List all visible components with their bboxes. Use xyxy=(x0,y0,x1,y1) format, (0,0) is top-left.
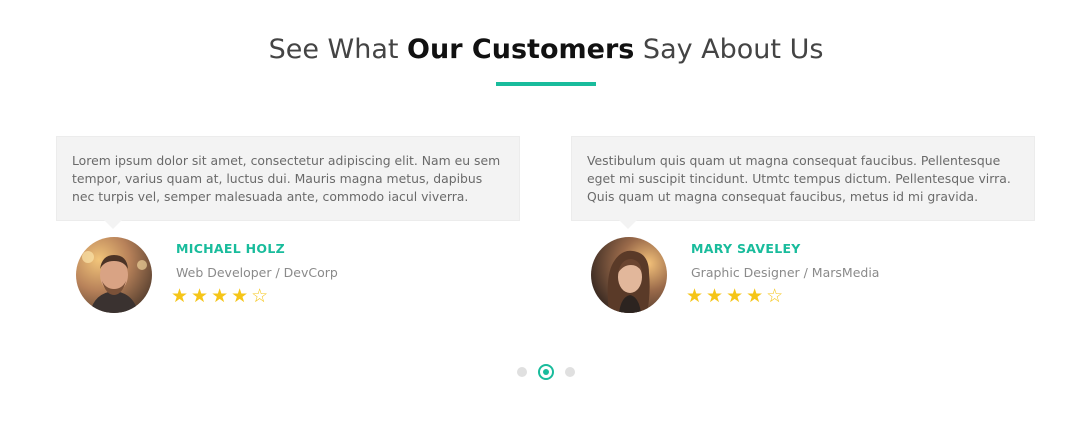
title-underline xyxy=(496,82,596,86)
star-rating: ★★★★☆ xyxy=(171,285,272,307)
customer-name: MICHAEL HOLZ xyxy=(176,241,285,256)
carousel-dot-3[interactable] xyxy=(565,367,575,377)
carousel-dot-1[interactable] xyxy=(517,367,527,377)
avatar xyxy=(76,237,152,313)
customer-role: Web Developer / DevCorp xyxy=(176,265,338,280)
testimonial-quote: Vestibulum quis quam ut magna consequat … xyxy=(571,136,1035,221)
customer-name: MARY SAVELEY xyxy=(691,241,801,256)
quote-arrow xyxy=(619,220,637,229)
title-bold: Our Customers xyxy=(407,34,635,65)
testimonial-quote: Lorem ipsum dolor sit amet, consectetur … xyxy=(56,136,520,221)
star-rating: ★★★★☆ xyxy=(686,285,787,307)
title-suffix: Say About Us xyxy=(634,34,824,65)
customer-role: Graphic Designer / MarsMedia xyxy=(691,265,880,280)
quote-arrow xyxy=(104,220,122,229)
carousel-dot-2[interactable] xyxy=(538,364,554,380)
section-title: See What Our Customers Say About Us xyxy=(0,34,1092,65)
title-prefix: See What xyxy=(268,34,408,65)
avatar xyxy=(591,237,667,313)
